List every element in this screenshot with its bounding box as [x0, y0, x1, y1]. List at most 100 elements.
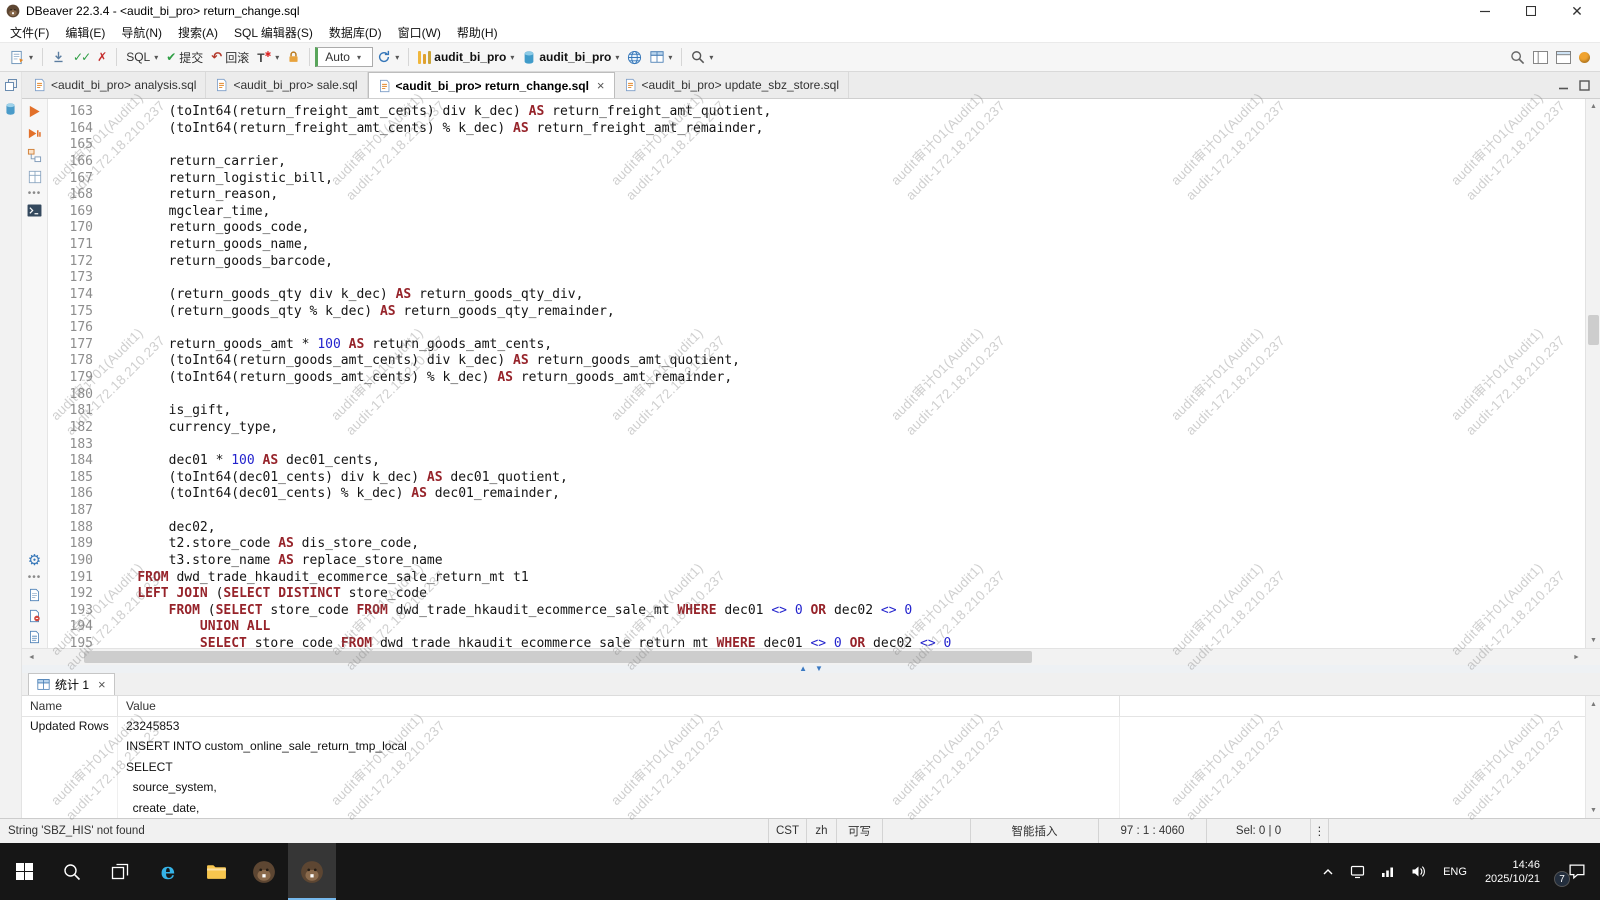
- maximize-editor-icon[interactable]: [1579, 80, 1590, 91]
- editor-vertical-scrollbar[interactable]: ▲ ▼: [1585, 99, 1600, 648]
- open-terminal-icon[interactable]: [27, 204, 42, 217]
- input-language-indicator[interactable]: ENG: [1435, 843, 1475, 900]
- menu-item[interactable]: 搜索(A): [170, 22, 226, 43]
- scroll-up-icon[interactable]: ▲: [1586, 697, 1600, 711]
- status-overflow-icon[interactable]: ⋮: [1310, 819, 1328, 843]
- volume-icon[interactable]: [1403, 843, 1435, 900]
- status-language[interactable]: zh: [806, 819, 836, 843]
- horizontal-scroll-thumb[interactable]: [84, 651, 1032, 663]
- explain-plan-icon[interactable]: [27, 148, 42, 163]
- panel-log-icon[interactable]: [28, 609, 41, 623]
- table-row[interactable]: create_date,: [22, 799, 1600, 818]
- taskbar-search-button[interactable]: [48, 843, 96, 900]
- status-writable[interactable]: 可写: [836, 819, 882, 843]
- network-icon[interactable]: [1373, 843, 1403, 900]
- column-header-name[interactable]: Name: [22, 696, 118, 716]
- editor-tab[interactable]: <audit_bi_pro> sale.sql: [206, 72, 367, 98]
- sql-dropdown-button[interactable]: SQL ▾: [123, 48, 161, 66]
- new-sql-editor-button[interactable]: ▾: [7, 48, 36, 67]
- globe-icon[interactable]: [624, 48, 645, 67]
- sql-file-icon: [624, 78, 637, 92]
- minimize-panel-icon[interactable]: ▼: [815, 665, 823, 673]
- more-panels-icon[interactable]: •••: [28, 575, 42, 581]
- internet-explorer-button[interactable]: e: [144, 843, 192, 900]
- dbeaver-taskbar-button-active[interactable]: [288, 843, 336, 900]
- scroll-left-icon[interactable]: ◄: [24, 649, 39, 666]
- scroll-right-icon[interactable]: ►: [1569, 649, 1584, 666]
- show-hidden-icons-button[interactable]: [1314, 843, 1342, 900]
- file-explorer-button[interactable]: [192, 843, 240, 900]
- close-button[interactable]: ✕: [1554, 0, 1600, 22]
- status-timezone[interactable]: CST: [768, 819, 806, 843]
- more-actions-icon[interactable]: •••: [28, 191, 42, 197]
- vertical-scroll-thumb[interactable]: [1588, 315, 1599, 345]
- quick-search-icon[interactable]: [1507, 48, 1528, 67]
- table-row[interactable]: Updated Rows23245853: [22, 717, 1600, 737]
- templates-icon[interactable]: [28, 170, 42, 184]
- editor-tab[interactable]: <audit_bi_pro> return_change.sql×: [368, 72, 615, 98]
- restore-view-icon[interactable]: [4, 78, 18, 92]
- perspective-layout-icon[interactable]: [1530, 49, 1551, 66]
- panel-output-icon[interactable]: [28, 588, 41, 602]
- database-navigator-icon[interactable]: [4, 102, 17, 116]
- menu-item[interactable]: 编辑(E): [57, 22, 113, 43]
- transaction-mode-combo[interactable]: Auto ▾: [315, 47, 373, 67]
- menu-item[interactable]: 帮助(H): [449, 22, 506, 43]
- minimize-button[interactable]: [1462, 0, 1508, 22]
- validate-checks-icon[interactable]: ✓✓: [70, 48, 92, 66]
- maximize-panel-icon[interactable]: ▲: [799, 665, 807, 673]
- commit-button[interactable]: ✔ 提交: [163, 47, 206, 68]
- menu-item[interactable]: SQL 编辑器(S): [226, 22, 321, 43]
- table-row[interactable]: SELECT: [22, 758, 1600, 778]
- execute-script-icon[interactable]: [27, 126, 42, 141]
- status-insert-mode[interactable]: 智能插入: [970, 819, 1098, 843]
- refresh-button[interactable]: ▾: [374, 48, 402, 66]
- menu-item[interactable]: 数据库(D): [321, 22, 390, 43]
- table-row[interactable]: INSERT INTO custom_online_sale_return_tm…: [22, 737, 1600, 757]
- maximize-button[interactable]: [1508, 0, 1554, 22]
- column-header-value[interactable]: Value: [118, 696, 1120, 716]
- menu-item[interactable]: 文件(F): [2, 22, 57, 43]
- lock-icon[interactable]: [284, 48, 303, 66]
- database-selector[interactable]: audit_bi_pro ▾: [519, 48, 622, 67]
- menu-item[interactable]: 窗口(W): [390, 22, 449, 43]
- fetch-all-rows-icon[interactable]: [49, 48, 68, 66]
- tray-device-icon[interactable]: [1342, 843, 1373, 900]
- transaction-log-button[interactable]: T✱ ▾: [254, 48, 282, 67]
- code-line: 178 (toInt64(return_goods_amt_cents) div…: [48, 353, 1585, 370]
- rollback-button[interactable]: ↶ 回滚: [208, 47, 252, 68]
- execute-statement-icon[interactable]: [27, 104, 42, 119]
- panel-sash[interactable]: ▲ ▼: [22, 665, 1600, 673]
- panel-variables-icon[interactable]: [28, 630, 41, 644]
- scroll-up-icon[interactable]: ▲: [1586, 99, 1600, 114]
- action-center-button[interactable]: 7: [1550, 843, 1600, 900]
- minimize-editor-icon[interactable]: [1558, 80, 1569, 91]
- table-row[interactable]: source_system,: [22, 778, 1600, 798]
- settings-gear-icon[interactable]: ⚙: [28, 553, 41, 568]
- scroll-down-icon[interactable]: ▼: [1586, 803, 1600, 817]
- editor-tab[interactable]: <audit_bi_pro> update_sbz_store.sql: [615, 72, 849, 98]
- start-button[interactable]: [0, 843, 48, 900]
- tab-statistics[interactable]: 统计 1 ×: [28, 673, 115, 695]
- status-caret-position[interactable]: 97 : 1 : 4060: [1098, 819, 1206, 843]
- panel-vertical-scrollbar[interactable]: ▲ ▼: [1585, 696, 1600, 818]
- sql-editor[interactable]: 163 (toInt64(return_freight_amt_cents) d…: [48, 99, 1585, 648]
- taskbar-clock[interactable]: 14:46 2025/10/21: [1475, 858, 1550, 886]
- editor-horizontal-scrollbar[interactable]: ◄ ►: [22, 648, 1600, 665]
- connection-selector[interactable]: audit_bi_pro ▾: [415, 48, 517, 66]
- search-button[interactable]: ▾: [688, 48, 716, 66]
- dbeaver-taskbar-button[interactable]: [240, 843, 288, 900]
- close-tab-icon[interactable]: ×: [597, 78, 605, 93]
- editor-tab[interactable]: <audit_bi_pro> analysis.sql: [24, 72, 206, 98]
- close-tab-icon[interactable]: ×: [98, 677, 106, 692]
- code-text: (toInt64(dec01_cents) % k_dec) AS dec01_…: [106, 486, 560, 501]
- scroll-down-icon[interactable]: ▼: [1586, 633, 1600, 648]
- open-perspective-icon[interactable]: [1553, 49, 1574, 66]
- task-view-button[interactable]: [96, 843, 144, 900]
- code-line: 170 return_goods_code,: [48, 220, 1585, 237]
- chevron-down-icon: ▾: [275, 53, 279, 62]
- pro-badge-icon[interactable]: [1576, 50, 1593, 65]
- clear-status-icon[interactable]: ✗: [94, 48, 110, 66]
- menu-item[interactable]: 导航(N): [113, 22, 170, 43]
- result-grid-button[interactable]: ▾: [647, 48, 675, 66]
